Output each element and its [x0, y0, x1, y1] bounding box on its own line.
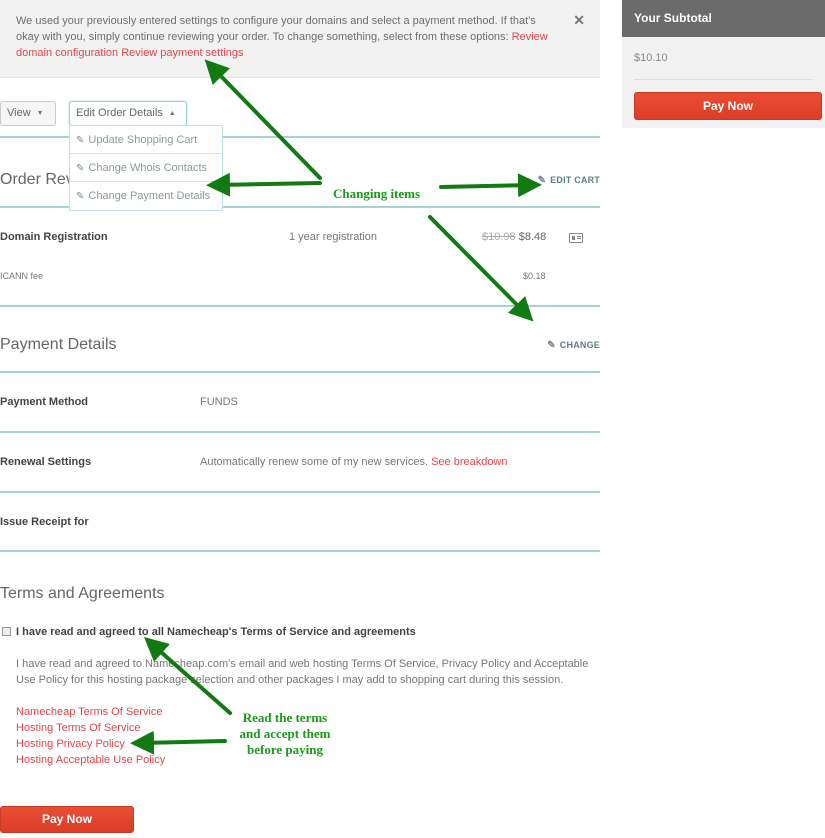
subtotal-amount: $10.10: [634, 52, 668, 64]
pay-now-button-bottom[interactable]: Pay Now: [0, 806, 134, 833]
issue-receipt-label: Issue Receipt for: [0, 516, 89, 528]
pencil-icon: ✎: [76, 191, 85, 202]
edit-cart-link[interactable]: ✎ EDIT CART: [538, 175, 600, 186]
item-price: $0.18: [523, 271, 546, 281]
section-divider: [0, 431, 600, 433]
subtotal-title: Your Subtotal: [622, 0, 825, 37]
annotation-line: before paying: [247, 742, 323, 757]
view-label: View: [7, 107, 31, 119]
caret-down-icon: ▼: [36, 110, 44, 117]
terms-links: Namecheap Terms Of Service Hosting Terms…: [16, 704, 165, 768]
hosting-aup-link[interactable]: Hosting Acceptable Use Policy: [16, 752, 165, 768]
edit-order-dropdown-menu: ✎ Update Shopping Cart ✎ Change Whois Cont…: [69, 125, 223, 211]
terms-checkbox-label[interactable]: I have read and agreed to all Namecheap'…: [16, 626, 416, 638]
terms-title: Terms and Agreements: [0, 585, 165, 602]
item-term: 1 year registration: [289, 231, 378, 243]
id-card-icon[interactable]: [569, 233, 583, 243]
pencil-icon: ✎: [547, 340, 556, 351]
annotation-line: Read the terms: [242, 710, 328, 725]
menu-item-label: Change Payment Details: [88, 190, 211, 202]
annotation-read-terms: Read the terms and accept them before pa…: [230, 710, 340, 758]
review-payment-link[interactable]: Review payment settings: [121, 47, 243, 59]
hosting-privacy-link[interactable]: Hosting Privacy Policy: [16, 736, 165, 752]
old-price: $10.98: [482, 231, 516, 243]
annotation-line: and accept them: [239, 726, 331, 741]
menu-item-update-shopping-cart[interactable]: ✎ Update Shopping Cart: [70, 126, 222, 154]
pay-now-button[interactable]: Pay Now: [634, 92, 822, 120]
arrow-to-change-payment-details: [206, 172, 322, 197]
renewal-settings-value: Automatically renew some of my new servi…: [200, 456, 508, 468]
notice-text: We used your previously entered settings…: [16, 15, 536, 43]
new-price: $8.48: [518, 231, 547, 243]
section-divider: [0, 305, 600, 307]
settings-notice: We used your previously entered settings…: [0, 0, 600, 78]
pencil-icon: ✎: [76, 135, 85, 146]
edit-cart-label: EDIT CART: [550, 175, 600, 185]
terms-checkbox[interactable]: [2, 627, 11, 636]
terms-text: I have read and agreed to Namecheap.com'…: [16, 658, 589, 686]
section-divider: [0, 371, 600, 373]
pencil-icon: ✎: [76, 163, 85, 174]
divider: [634, 79, 813, 80]
pencil-icon: ✎: [537, 175, 547, 186]
menu-item-change-payment-details[interactable]: ✎ Change Payment Details: [70, 182, 222, 210]
section-divider: [0, 550, 600, 552]
renewal-settings-label: Renewal Settings: [0, 456, 92, 468]
menu-item-label: Update Shopping Cart: [88, 134, 198, 146]
menu-item-label: Change Whois Contacts: [88, 162, 208, 174]
hosting-tos-link[interactable]: Hosting Terms Of Service: [16, 720, 165, 736]
change-label: CHANGE: [559, 340, 600, 350]
renewal-text: Automatically renew some of my new servi…: [200, 456, 432, 468]
annotation-changing-items: Changing items: [333, 186, 421, 201]
namecheap-tos-link[interactable]: Namecheap Terms Of Service: [16, 704, 165, 720]
item-name: Domain Registration: [0, 231, 108, 243]
change-payment-link[interactable]: ✎ CHANGE: [547, 340, 600, 351]
subtotal-panel: Your Subtotal $10.10 Pay Now: [622, 0, 825, 128]
view-dropdown-button[interactable]: View ▼: [0, 101, 56, 126]
see-breakdown-link[interactable]: See breakdown: [431, 456, 507, 468]
arrow-to-payment-settings: [204, 59, 322, 180]
close-icon[interactable]: ✕: [573, 12, 585, 28]
payment-details-title: Payment Details: [0, 336, 117, 353]
section-divider: [0, 491, 600, 493]
arrow-to-edit-cart: [439, 173, 542, 198]
item-price: $10.98 $8.48: [482, 231, 546, 243]
item-name: ICANN fee: [0, 271, 44, 281]
payment-method-value: FUNDS: [200, 396, 238, 408]
payment-method-label: Payment Method: [0, 396, 89, 408]
edit-order-details-button[interactable]: Edit Order Details ▲: [69, 101, 187, 126]
caret-up-icon: ▲: [168, 110, 176, 117]
edit-order-label: Edit Order Details: [76, 107, 163, 119]
menu-item-change-whois-contacts[interactable]: ✎ Change Whois Contacts: [70, 154, 222, 182]
